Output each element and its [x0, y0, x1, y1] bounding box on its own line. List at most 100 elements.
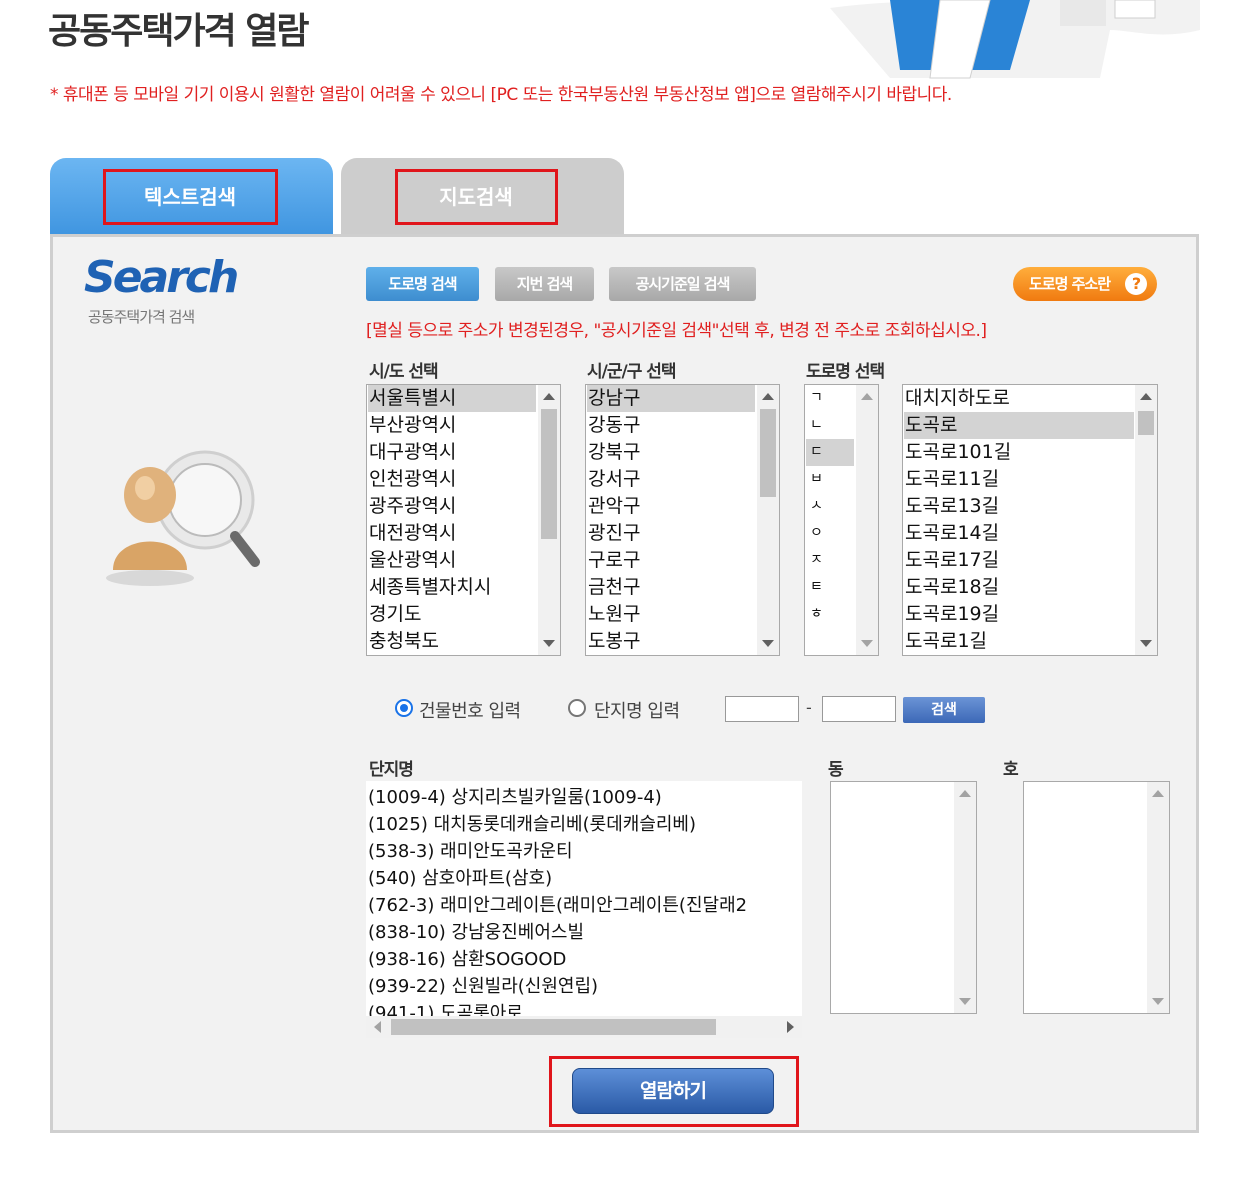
sigungu-option[interactable]: 노원구 [587, 601, 755, 628]
sigungu-option[interactable]: 강서구 [587, 466, 755, 493]
complex-option[interactable]: (938-16) 삼환SOGOOD [367, 946, 747, 973]
consonant-listbox[interactable]: ㄱㄴㄷㅂㅅㅇㅈㅌㅎ [804, 384, 879, 656]
consonant-option[interactable]: ㅈ [806, 547, 854, 574]
sigungu-option[interactable]: 구로구 [587, 547, 755, 574]
scroll-up-icon [1152, 790, 1164, 797]
building-number-radio[interactable] [395, 699, 413, 717]
sido-option[interactable]: 울산광역시 [368, 547, 536, 574]
complex-name-radio-label[interactable]: 단지명 입력 [594, 697, 680, 723]
base-date-search-button[interactable]: 공시기준일 검색 [609, 267, 756, 301]
road-address-help-button[interactable]: 도로명 주소란 ? [1013, 267, 1157, 301]
scroll-thumb[interactable] [541, 409, 557, 539]
consonant-scrollbar [856, 385, 878, 655]
scroll-down-icon[interactable] [1140, 640, 1152, 647]
address-change-hint: [멸실 등으로 주소가 변경된경우, "공시기준일 검색"선택 후, 변경 전 … [366, 321, 987, 341]
consonant-option[interactable]: ㅅ [806, 493, 854, 520]
sigungu-option[interactable]: 금천구 [587, 574, 755, 601]
scroll-down-icon [1152, 998, 1164, 1005]
consonant-option[interactable]: ㄷ [806, 439, 854, 466]
road-name-search-button[interactable]: 도로명 검색 [366, 267, 479, 301]
sido-scrollbar[interactable] [538, 385, 560, 655]
sigungu-option[interactable]: 강남구 [587, 385, 755, 412]
complex-option[interactable]: (1025) 대치동롯데캐슬리베(롯데캐슬리베) [367, 811, 747, 838]
complex-option[interactable]: (838-10) 강남웅진베어스빌 [367, 919, 747, 946]
scroll-right-icon[interactable] [787, 1021, 794, 1033]
scroll-up-icon [959, 790, 971, 797]
sigungu-option[interactable]: 도봉구 [587, 628, 755, 655]
sido-option[interactable]: 대구광역시 [368, 439, 536, 466]
scroll-up-icon[interactable] [762, 393, 774, 400]
scroll-up-icon[interactable] [1140, 393, 1152, 400]
lot-number-search-button[interactable]: 지번 검색 [495, 267, 594, 301]
building-search-button[interactable]: 검색 [903, 697, 985, 723]
complex-name-radio[interactable] [568, 699, 586, 717]
sido-option[interactable]: 광주광역시 [368, 493, 536, 520]
number-dash: - [806, 698, 812, 717]
road-option[interactable]: 도곡로18길 [904, 574, 1134, 601]
scroll-thumb[interactable] [1138, 411, 1154, 435]
road-name-listbox[interactable]: 대치지하도로 도곡로 도곡로101길 도곡로11길 도곡로13길 도곡로14길 도곡로17길… [902, 384, 1158, 656]
building-main-number-input[interactable] [725, 696, 799, 722]
sido-option[interactable]: 충청북도 [368, 628, 536, 655]
road-scrollbar[interactable] [1135, 385, 1157, 655]
consonant-option[interactable]: ㄱ [806, 385, 854, 412]
scroll-up-icon[interactable] [543, 393, 555, 400]
complex-list-label: 단지명 [369, 760, 414, 780]
sigungu-option[interactable]: 관악구 [587, 493, 755, 520]
sido-option[interactable]: 부산광역시 [368, 412, 536, 439]
road-option[interactable]: 도곡로11길 [904, 466, 1134, 493]
complex-listbox[interactable]: (1009-4) 상지리츠빌카일룸(1009-4) (1025) 대치동롯데캐슬리… [366, 781, 802, 1038]
ho-scrollbar [1147, 782, 1169, 1013]
road-option[interactable]: 도곡로101길 [904, 439, 1134, 466]
road-option[interactable]: 도곡로17길 [904, 547, 1134, 574]
sido-option[interactable]: 대전광역시 [368, 520, 536, 547]
sido-option[interactable]: 세종특별자치시 [368, 574, 536, 601]
road-address-help-label: 도로명 주소란 [1029, 275, 1111, 293]
scroll-down-icon[interactable] [543, 640, 555, 647]
scroll-thumb[interactable] [391, 1019, 716, 1035]
road-option[interactable]: 도곡로19길 [904, 601, 1134, 628]
scroll-thumb[interactable] [760, 409, 776, 497]
ho-listbox[interactable] [1023, 781, 1170, 1014]
consonant-option[interactable]: ㅌ [806, 574, 854, 601]
complex-option[interactable]: (1009-4) 상지리츠빌카일룸(1009-4) [367, 784, 747, 811]
consonant-option[interactable]: ㄴ [806, 412, 854, 439]
search-logo-text: Search [84, 252, 239, 303]
sido-option[interactable]: 인천광역시 [368, 466, 536, 493]
complex-option[interactable]: (538-3) 래미안도곡카운티 [367, 838, 747, 865]
highlight-box-view-button [549, 1056, 799, 1127]
building-sub-number-input[interactable] [822, 696, 896, 722]
mobile-notice: * 휴대폰 등 모바일 기기 이용시 원활한 열람이 어려울 수 있으니 [PC… [50, 85, 952, 105]
scroll-left-icon[interactable] [374, 1021, 381, 1033]
sigungu-option[interactable]: 광진구 [587, 520, 755, 547]
sido-option[interactable]: 경기도 [368, 601, 536, 628]
consonant-option[interactable]: ㅎ [806, 601, 854, 628]
road-option[interactable]: 대치지하도로 [904, 385, 1134, 412]
banner-graphic [830, 0, 1200, 79]
ho-list-label: 호 [1003, 760, 1019, 780]
dong-listbox[interactable] [830, 781, 977, 1014]
road-option[interactable]: 도곡로 [904, 412, 1134, 439]
scroll-up-icon [861, 393, 873, 400]
help-question-icon: ? [1125, 273, 1147, 295]
consonant-option[interactable]: ㅇ [806, 520, 854, 547]
complex-option[interactable]: (540) 삼호아파트(삼호) [367, 865, 747, 892]
complex-option[interactable]: (762-3) 래미안그레이튼(래미안그레이튼(진달래2 [367, 892, 747, 919]
complex-horizontal-scrollbar[interactable] [366, 1016, 802, 1038]
highlight-box-text-tab [103, 169, 278, 225]
road-option[interactable]: 도곡로14길 [904, 520, 1134, 547]
page-title: 공동주택가격 열람 [48, 11, 309, 52]
sigungu-listbox[interactable]: 강남구 강동구 강북구 강서구 관악구 광진구 구로구 금천구 노원구 도봉구 [585, 384, 780, 656]
scroll-down-icon[interactable] [762, 640, 774, 647]
sigungu-option[interactable]: 강북구 [587, 439, 755, 466]
sigungu-option[interactable]: 강동구 [587, 412, 755, 439]
complex-option[interactable]: (939-22) 신원빌라(신원연립) [367, 973, 747, 1000]
sigungu-scrollbar[interactable] [757, 385, 779, 655]
road-option[interactable]: 도곡로13길 [904, 493, 1134, 520]
sido-listbox[interactable]: 서울특별시 부산광역시 대구광역시 인천광역시 광주광역시 대전광역시 울산광역시 세종특별자… [366, 384, 561, 656]
search-logo-subtitle: 공동주택가격 검색 [88, 308, 195, 326]
consonant-option[interactable]: ㅂ [806, 466, 854, 493]
sido-option[interactable]: 서울특별시 [368, 385, 536, 412]
road-option[interactable]: 도곡로1길 [904, 628, 1134, 655]
building-number-radio-label[interactable]: 건물번호 입력 [419, 697, 521, 723]
